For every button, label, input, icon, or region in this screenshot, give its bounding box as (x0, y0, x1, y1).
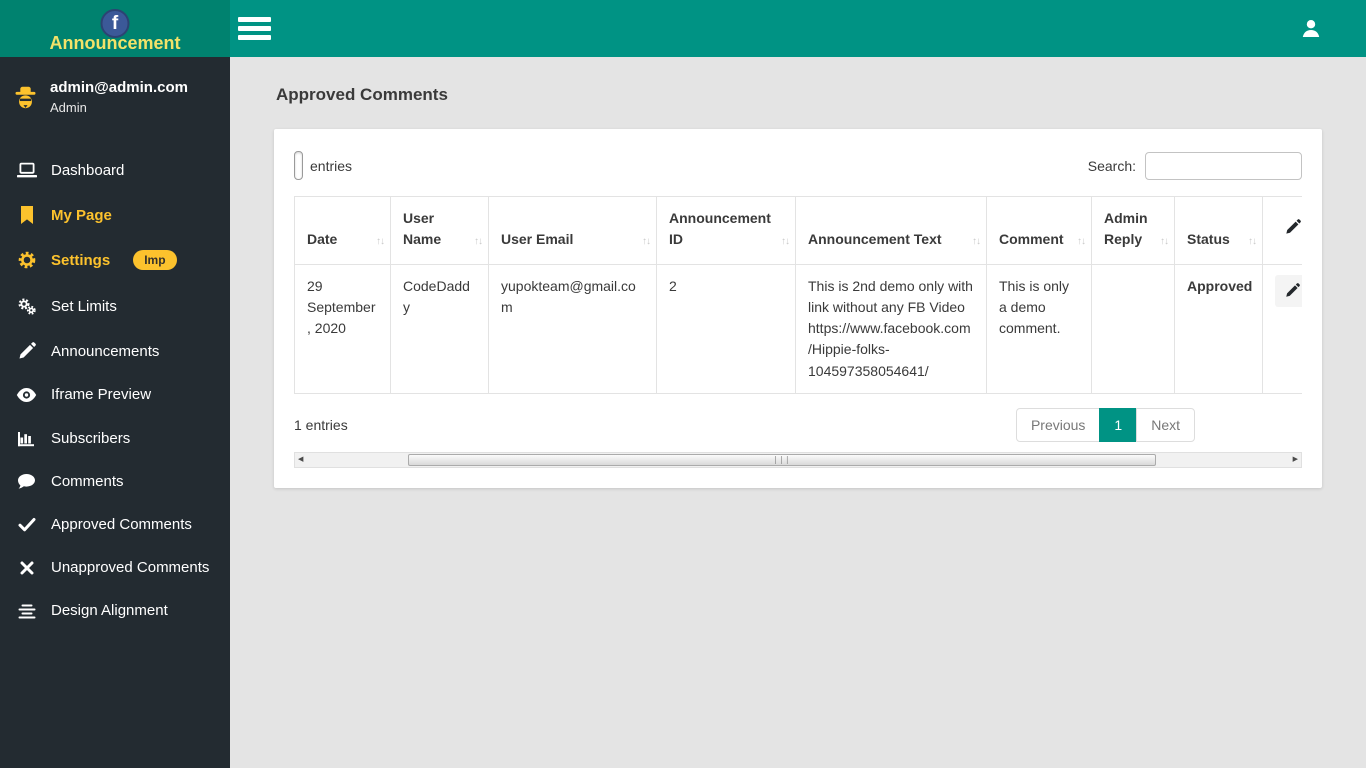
column-header-status[interactable]: Status ↑↓ (1174, 196, 1263, 265)
column-header-comment[interactable]: Comment ↑↓ (986, 196, 1092, 265)
column-header-user-name[interactable]: User Name ↑↓ (390, 196, 489, 265)
page-title: Approved Comments (276, 85, 448, 104)
column-header-edit (1262, 196, 1302, 265)
cell-comment: This is only a demo comment. (986, 263, 1092, 394)
page-content: Approved Comments entries Search: Date ↑… (230, 57, 1366, 488)
table-info: 1 entries (294, 416, 348, 433)
search-input[interactable] (1145, 151, 1302, 180)
cell-date: 29 September, 2020 (294, 263, 391, 394)
comment-icon (16, 473, 37, 490)
cogs-icon (16, 296, 37, 316)
column-header-user-email[interactable]: User Email ↑↓ (488, 196, 657, 265)
sidebar-item-comments[interactable]: Comments (0, 460, 230, 503)
scroll-left-arrow-icon[interactable]: ◀ (298, 456, 303, 463)
laptop-icon (16, 160, 37, 180)
cell-user-email: yupokteam@gmail.com (488, 263, 657, 394)
sidebar-item-set-limits[interactable]: Set Limits (0, 283, 230, 329)
user-role: Admin (50, 100, 87, 115)
bookmark-icon (16, 206, 37, 224)
next-page-button[interactable]: Next (1136, 407, 1195, 442)
sidebar-item-label: My Page (51, 206, 112, 224)
eye-icon (16, 387, 37, 403)
search-control: Search: (1087, 151, 1302, 180)
edit-row-button[interactable] (1274, 274, 1302, 307)
table-header-row: Date ↑↓ User Name ↑↓ User Email ↑↓ Announce… (294, 196, 1302, 265)
sort-icon: ↑↓ (781, 236, 790, 248)
hamburger-menu-icon[interactable] (238, 13, 271, 44)
scrollbar-grip: ||| (773, 454, 791, 464)
sort-icon: ↑↓ (1248, 236, 1257, 248)
sidebar-item-my-page[interactable]: My Page (0, 193, 230, 237)
sidebar-item-settings[interactable]: Settings Imp (0, 237, 230, 283)
sidebar-nav: Dashboard My Page Settings Imp Set Limit… (0, 147, 230, 632)
sidebar-item-dashboard[interactable]: Dashboard (0, 147, 230, 193)
cell-edit (1262, 263, 1302, 394)
sidebar-item-label: Dashboard (51, 161, 125, 179)
sidebar: f Announcement admin@admin.com Admin Das… (0, 0, 230, 768)
user-secret-icon (12, 84, 39, 111)
sidebar-item-iframe-preview[interactable]: Iframe Preview (0, 373, 230, 416)
previous-page-button[interactable]: Previous (1015, 407, 1101, 442)
sidebar-item-label: Set Limits (51, 297, 117, 315)
cell-announcement-text: This is 2nd demo only with link without … (795, 263, 987, 394)
sidebar-item-design-alignment[interactable]: Design Alignment (0, 589, 230, 632)
imp-badge: Imp (133, 250, 177, 270)
align-center-icon (16, 603, 37, 619)
sort-icon: ↑↓ (474, 236, 483, 248)
sort-icon: ↑↓ (1160, 236, 1169, 248)
sidebar-item-label: Subscribers (51, 429, 131, 447)
sidebar-item-label: Settings (51, 251, 111, 269)
sidebar-item-approved-comments[interactable]: Approved Comments (0, 503, 230, 546)
table-row: 29 September, 2020 CodeDaddy yupokteam@g… (294, 263, 1302, 394)
user-account-icon[interactable] (1300, 18, 1322, 39)
sidebar-item-label: Comments (51, 473, 124, 490)
horizontal-scrollbar[interactable]: ◀ ||| ▶ (294, 451, 1302, 468)
main-area: Approved Comments entries Search: Date ↑… (230, 0, 1366, 768)
sort-icon: ↑↓ (1077, 236, 1086, 248)
pencil-icon (1285, 283, 1300, 298)
column-header-admin-reply[interactable]: Admin Reply ↑↓ (1091, 196, 1175, 265)
search-label: Search: (1087, 157, 1136, 174)
entries-label: entries (310, 157, 353, 174)
cell-admin-reply (1091, 263, 1175, 394)
cell-user-name: CodeDaddy (390, 263, 489, 394)
sidebar-item-label: Announcements (51, 342, 160, 360)
sort-icon: ↑↓ (642, 236, 651, 248)
pagination: Previous 1 Next (1015, 407, 1195, 442)
sidebar-item-announcements[interactable]: Announcements (0, 329, 230, 373)
cell-announcement-id: 2 (656, 263, 796, 394)
x-icon (16, 561, 37, 575)
entries-length-select[interactable] (294, 151, 303, 180)
pencil-icon (1285, 219, 1301, 238)
table-container: Date ↑↓ User Name ↑↓ User Email ↑↓ Announce… (294, 196, 1302, 394)
sidebar-item-label: Design Alignment (51, 602, 168, 619)
sort-icon: ↑↓ (972, 236, 981, 248)
scroll-right-arrow-icon[interactable]: ▶ (1293, 456, 1298, 463)
sidebar-item-label: Unapproved Comments (51, 559, 210, 576)
user-profile: admin@admin.com Admin (0, 57, 230, 129)
scrollbar-thumb[interactable]: ||| (408, 453, 1156, 466)
column-header-announcement-text[interactable]: Announcement Text ↑↓ (795, 196, 987, 265)
brand-header: f Announcement (0, 0, 230, 57)
sort-icon: ↑↓ (376, 236, 385, 248)
approved-comments-table: Date ↑↓ User Name ↑↓ User Email ↑↓ Announce… (294, 196, 1302, 394)
pencil-icon (16, 342, 37, 360)
check-icon (16, 517, 37, 532)
column-header-announcement-id[interactable]: Announcement ID ↑↓ (656, 196, 796, 265)
cell-status: Approved (1174, 263, 1263, 394)
page-1-button[interactable]: 1 (1099, 407, 1138, 442)
sidebar-item-label: Iframe Preview (51, 386, 152, 403)
sidebar-item-unapproved-comments[interactable]: Unapproved Comments (0, 546, 230, 589)
brand-title: Announcement (49, 33, 181, 53)
bar-chart-icon (16, 429, 37, 447)
app-window: f Announcement admin@admin.com Admin Das… (0, 0, 1366, 768)
user-email: admin@admin.com (50, 79, 188, 96)
gear-icon (16, 250, 37, 270)
approved-comments-card: entries Search: Date ↑↓ User Name ↑↓ Use… (274, 129, 1322, 488)
topbar (230, 0, 1366, 57)
sidebar-item-label: Approved Comments (51, 516, 192, 533)
sidebar-item-subscribers[interactable]: Subscribers (0, 416, 230, 460)
entries-length-control: entries (294, 151, 352, 180)
column-header-date[interactable]: Date ↑↓ (294, 196, 391, 265)
